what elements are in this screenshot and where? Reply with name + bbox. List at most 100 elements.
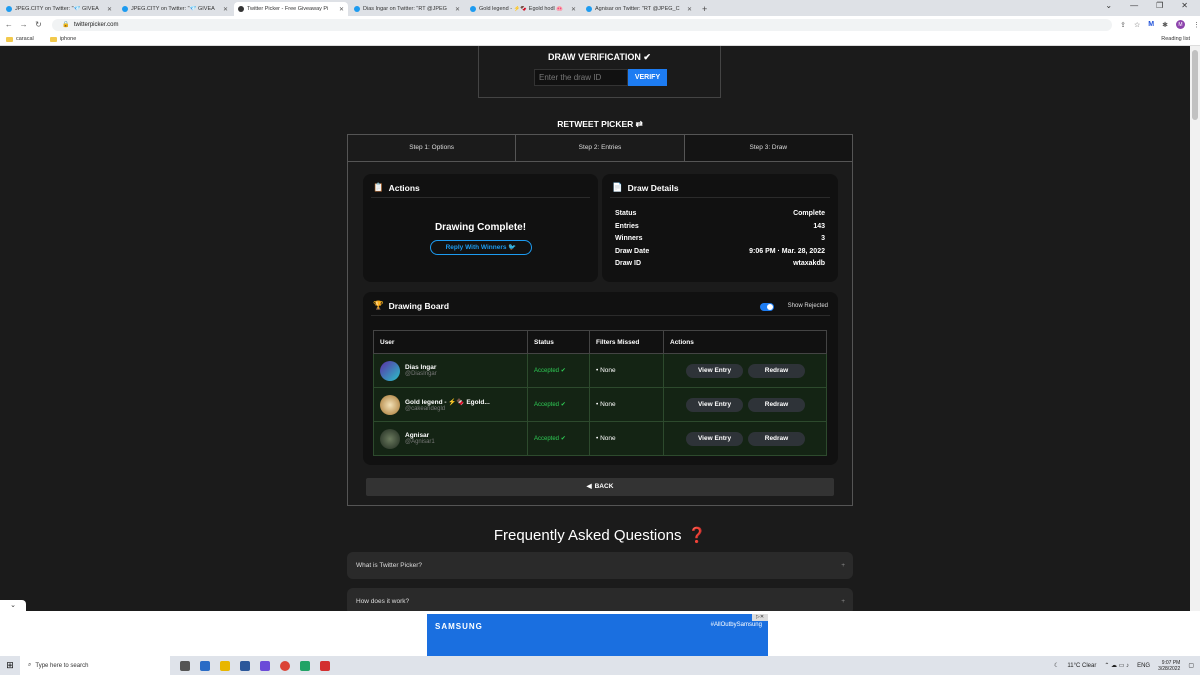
twitter-icon [586,6,592,12]
detail-row-status: Status Complete [615,210,825,217]
trophy-icon: 🏆 [373,300,384,310]
ad-close-icon[interactable]: ▷✕ [752,614,768,621]
profile-avatar[interactable]: M [1176,20,1186,29]
url-field[interactable]: 🔒 twitterpicker.com [52,18,1113,31]
scrollbar-thumb[interactable] [1192,50,1198,120]
reload-icon[interactable]: ↻ [33,20,45,29]
actions-heading: 📋 Actions [373,182,420,193]
table-row: Dias Ingar @DiasIngar Accepted ✔ • None V… [373,353,827,388]
close-window-button[interactable]: ✕ [1181,0,1188,12]
divider [371,197,590,198]
file-explorer-icon[interactable] [220,660,230,671]
chrome-icon[interactable] [280,660,290,671]
tab-bar: JPEG.CITY on Twitter: "💎 GIVEA ✕ JPEG.CIT… [0,0,1200,16]
new-tab-button[interactable]: + [702,2,707,16]
forward-arrow-icon[interactable]: → [18,20,30,29]
acrobat-icon[interactable] [320,660,330,671]
share-icon[interactable]: ⇪ [1120,21,1126,29]
avatar[interactable] [380,428,400,449]
tray-icons[interactable]: ⌃ ☁ ▭ ♪ [1104,662,1129,669]
avatar[interactable] [380,360,400,381]
back-arrow-icon[interactable]: ← [3,20,15,29]
twitter-icon [122,6,128,12]
task-view-icon[interactable] [180,660,190,671]
show-rejected-toggle[interactable] [760,303,774,311]
windows-start-icon[interactable]: ⊞ [0,660,20,671]
col-actions: Actions [663,330,827,354]
faq-item[interactable]: How does it work? + [347,588,853,611]
close-icon[interactable]: ✕ [571,6,576,13]
menu-icon[interactable]: ⋮ [1193,21,1200,29]
retweet-picker-title: RETWEET PICKER ⇄ [557,119,643,129]
chevron-down-icon[interactable]: ⌄ [0,600,26,611]
picker-panel: Step 1: Options Step 2: Entries Step 3: … [347,134,853,506]
browser-tab[interactable]: Gold legend - ⚡🍫 Egold hodl 🐽 ✕ [466,2,580,16]
draw-details-heading: 📄 Draw Details [612,182,679,193]
view-entry-button[interactable]: View Entry [686,363,743,378]
verify-title: DRAW VERIFICATION ✔ [548,52,651,62]
tab-step-1[interactable]: Step 1: Options [348,135,517,161]
drawing-board-heading: 🏆 Drawing Board [373,300,450,311]
close-icon[interactable]: ✕ [687,6,692,13]
browser-tab[interactable]: Agnisar on Twitter: "RT @JPEG_C ✕ [582,2,696,16]
browser-tab[interactable]: Dias Ingar on Twitter: "RT @JPEG ✕ [350,2,464,16]
plus-icon: + [841,598,845,605]
store-icon[interactable] [240,660,250,671]
close-icon[interactable]: ✕ [339,6,344,13]
view-entry-button[interactable]: View Entry [686,431,743,446]
sheets-icon[interactable] [300,660,310,671]
actions-card: 📋 Actions Drawing Complete! Reply With Wi… [363,174,598,282]
maximize-button[interactable]: ❐ [1156,0,1163,12]
star-icon[interactable]: ☆ [1134,21,1140,29]
tab-search-icon[interactable]: ⌄ [1105,0,1112,12]
mail-icon[interactable] [200,660,210,671]
extensions: ⇪ ☆ M ✱ M ⋮ [1120,20,1200,29]
language[interactable]: ENG [1137,663,1150,669]
puzzle-icon[interactable]: ✱ [1162,21,1168,29]
col-status: Status [527,330,590,354]
bookmark-iphone[interactable]: iphone [49,36,76,42]
close-icon[interactable]: ✕ [107,6,112,13]
taskbar-search[interactable]: ⌕ Type here to search [20,656,170,675]
winners-table: User Status Filters Missed Actions Dias … [373,330,827,456]
table-row: Gold legend - ⚡🍫 Egold... @cakeandegld Ac… [373,387,827,422]
weather[interactable]: 11°C Clear [1067,663,1096,669]
reading-list[interactable]: Reading list [1161,36,1190,42]
redraw-button[interactable]: Redraw [748,397,805,412]
close-icon[interactable]: ✕ [223,6,228,13]
redraw-button[interactable]: Redraw [748,431,805,446]
view-entry-button[interactable]: View Entry [686,397,743,412]
status-badge: Accepted ✔ [534,436,566,442]
minimize-button[interactable]: — [1130,0,1138,12]
messenger-icon[interactable] [260,660,270,671]
close-icon[interactable]: ✕ [455,6,460,13]
reply-with-winners-button[interactable]: Reply With Winners 🐦 [430,240,532,255]
window-controls: ⌄ — ❐ ✕ [1105,0,1200,12]
check-circle-icon: ✔ [560,436,566,442]
browser-tab[interactable]: JPEG.CITY on Twitter: "💎 GIVEA ✕ [118,2,232,16]
details-list: Status Complete Entries 143 Winners 3 Draw … [615,210,825,273]
detail-row-winners: Winners 3 [615,235,825,243]
extension-m-icon[interactable]: M [1148,21,1154,28]
samsung-ad[interactable]: SAMSUNG #AllOutbySamsung ▷✕ [427,614,768,656]
folder-icon [49,36,57,42]
clock[interactable]: 9:07 PM 3/28/2022 [1158,660,1180,672]
bookmark-caracal[interactable]: caracal [6,36,34,42]
scrollbar[interactable] [1190,46,1200,611]
draw-id-input[interactable]: Enter the draw ID [534,69,628,86]
divider [610,197,830,198]
browser-tab-active[interactable]: Twitter Picker - Free Giveaway Pi ✕ [234,2,348,16]
faq-item[interactable]: What is Twitter Picker? + [347,552,853,579]
tab-step-3[interactable]: Step 3: Draw [684,135,852,161]
address-bar-row: ← → ↻ 🔒 twitterpicker.com ⇪ ☆ M ✱ M ⋮ [0,16,1200,33]
detail-row-draw-id: Draw ID wtaxakdb [615,260,825,268]
clipboard-icon: 📄 [612,182,623,192]
browser-tab[interactable]: JPEG.CITY on Twitter: "💎 GIVEA ✕ [2,2,116,16]
avatar[interactable] [380,394,400,415]
verify-button[interactable]: VERIFY [628,69,667,86]
back-button[interactable]: ◀ BACK [366,478,834,496]
table-header: User Status Filters Missed Actions [373,330,827,354]
notification-icon[interactable]: ▢ [1188,662,1194,669]
redraw-button[interactable]: Redraw [748,363,805,378]
tab-step-2[interactable]: Step 2: Entries [516,135,685,161]
